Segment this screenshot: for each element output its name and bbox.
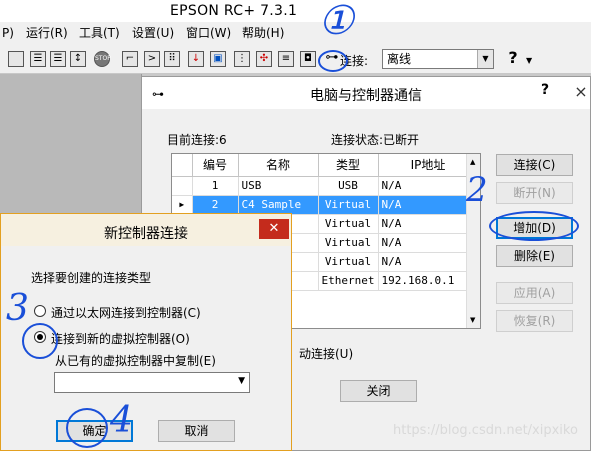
cell-type: Virtual (318, 214, 379, 234)
annotation-step-2: 2 (466, 170, 488, 210)
cell-type: USB (318, 176, 379, 196)
annotation-step-4: 4 (110, 400, 133, 441)
cell-ip: 192.168.0.1 (378, 271, 479, 291)
dialog-title-bar: 新控制器连接 ✕ (1, 214, 291, 246)
menu-file[interactable]: P) (2, 22, 14, 44)
sort-icon[interactable]: ↕ (70, 51, 86, 67)
annotation-circle-add (489, 211, 579, 241)
connect-button[interactable]: 连接(C) (496, 154, 573, 176)
connection-select[interactable]: 离线 ▼ (382, 49, 494, 69)
io-label-icon[interactable]: ⋮ (234, 51, 250, 67)
app-title-bar: EPSON RC+ 7.3.1 (0, 0, 591, 22)
annotation-step-3: 3 (6, 288, 29, 329)
cell-name: C4 Sample (238, 195, 319, 215)
align-right-icon[interactable]: ☰ (50, 51, 66, 67)
menu-bar: P) 运行(R) 工具(T) 设置(U) 窗口(W) 帮助(H) (0, 22, 591, 44)
dialog-title: 电脑与控制器通信 (310, 88, 422, 104)
link-icon[interactable]: ✣ (256, 51, 272, 67)
cell-name: USB (238, 176, 319, 196)
ethernet-radio[interactable] (34, 305, 46, 317)
row-header (172, 176, 193, 196)
stop-icon[interactable]: STOP (94, 51, 111, 67)
menu-help[interactable]: 帮助(H) (242, 22, 284, 44)
workspace-area (0, 74, 142, 214)
cell-ip: N/A (378, 214, 479, 234)
apply-button[interactable]: 应用(A) (496, 282, 573, 304)
list-icon[interactable]: ≡ (278, 51, 294, 67)
dialog-title-bar: ⊶ 电脑与控制器通信 ? × (142, 77, 590, 109)
restore-button[interactable]: 恢复(R) (496, 310, 573, 332)
auto-connect-checkbox-label[interactable]: 动连接(U) (299, 345, 353, 362)
cell-type: Ethernet (318, 271, 379, 291)
cell-type: Virtual (318, 195, 379, 215)
close-icon[interactable]: × (568, 77, 591, 109)
align-left-icon[interactable]: ☰ (30, 51, 46, 67)
io-monitor-icon[interactable]: ⠿ (164, 51, 180, 67)
command-window-icon[interactable]: > (144, 51, 160, 67)
cell-type: Virtual (318, 252, 379, 272)
virtual-controller-radio-label[interactable]: 连接到新的虚拟控制器(O) (51, 330, 190, 347)
download-icon[interactable]: ↓ (188, 51, 204, 67)
cell-ip: N/A (378, 195, 479, 215)
keyboard-icon[interactable] (8, 51, 24, 67)
column-header-num[interactable]: 编号 (192, 154, 239, 177)
cell-ip: N/A (378, 176, 479, 196)
cancel-button[interactable]: 取消 (158, 420, 235, 442)
scroll-up-icon[interactable]: ▲ (470, 158, 475, 166)
delete-button[interactable]: 删除(E) (496, 245, 573, 267)
help-button[interactable]: ? (541, 82, 549, 98)
scroll-down-icon[interactable]: ▼ (470, 316, 475, 324)
current-connection: 目前连接:6 (167, 133, 227, 147)
robot-manager-icon[interactable]: ⌐ (122, 51, 138, 67)
menu-window[interactable]: 窗口(W) (186, 22, 231, 44)
task-manager-icon[interactable]: ▣ (210, 51, 226, 67)
chevron-down-icon: ▼ (238, 376, 245, 386)
connection-status: 连接状态:已断开 (331, 133, 420, 147)
annotation-circle-toolbar (318, 50, 348, 72)
help-button[interactable]: ? (502, 47, 524, 69)
app-title: EPSON RC+ 7.3.1 (170, 3, 298, 19)
row-header-corner (172, 154, 193, 177)
cell-type: Virtual (318, 233, 379, 253)
column-header-ip[interactable]: IP地址 (378, 154, 479, 177)
ethernet-radio-label[interactable]: 通过以太网连接到控制器(C) (51, 304, 201, 321)
cell-ip: N/A (378, 233, 479, 253)
annotation-circle-ok (66, 408, 108, 448)
annotation-circle-radio (22, 323, 58, 359)
annotation-step-1: ① (318, 0, 354, 44)
close-icon[interactable]: ✕ (259, 219, 289, 239)
cell-ip: N/A (378, 252, 479, 272)
cell-num: 1 (192, 176, 239, 196)
menu-settings[interactable]: 设置(U) (132, 22, 174, 44)
current-row-arrow-icon: ▶ (172, 195, 193, 215)
chevron-down-icon: ▼ (477, 50, 493, 68)
copy-from-select[interactable]: ▼ (54, 372, 250, 393)
disconnect-button[interactable]: 断开(N) (496, 182, 573, 204)
menu-run[interactable]: 运行(R) (26, 22, 68, 44)
table-row-selected[interactable]: ▶ 2 C4 Sample Virtual N/A (172, 195, 479, 215)
close-button[interactable]: 关闭 (340, 380, 417, 402)
column-header-name[interactable]: 名称 (238, 154, 319, 177)
menu-tools[interactable]: 工具(T) (79, 22, 120, 44)
connection-type-prompt: 选择要创建的连接类型 (31, 271, 152, 285)
toolbar-overflow-icon[interactable]: ▼ (526, 56, 532, 65)
camera-icon[interactable]: ◘ (300, 51, 316, 67)
cell-num: 2 (192, 195, 239, 215)
dialog-title: 新控制器连接 (104, 226, 188, 242)
watermark: https://blog.csdn.net/xipxiko (393, 423, 578, 438)
column-header-type[interactable]: 类型 (318, 154, 379, 177)
table-row[interactable]: 1 USB USB N/A (172, 176, 479, 196)
connection-select-value: 离线 (387, 52, 412, 66)
copy-from-label: 从已有的虚拟控制器中复制(E) (55, 354, 216, 368)
